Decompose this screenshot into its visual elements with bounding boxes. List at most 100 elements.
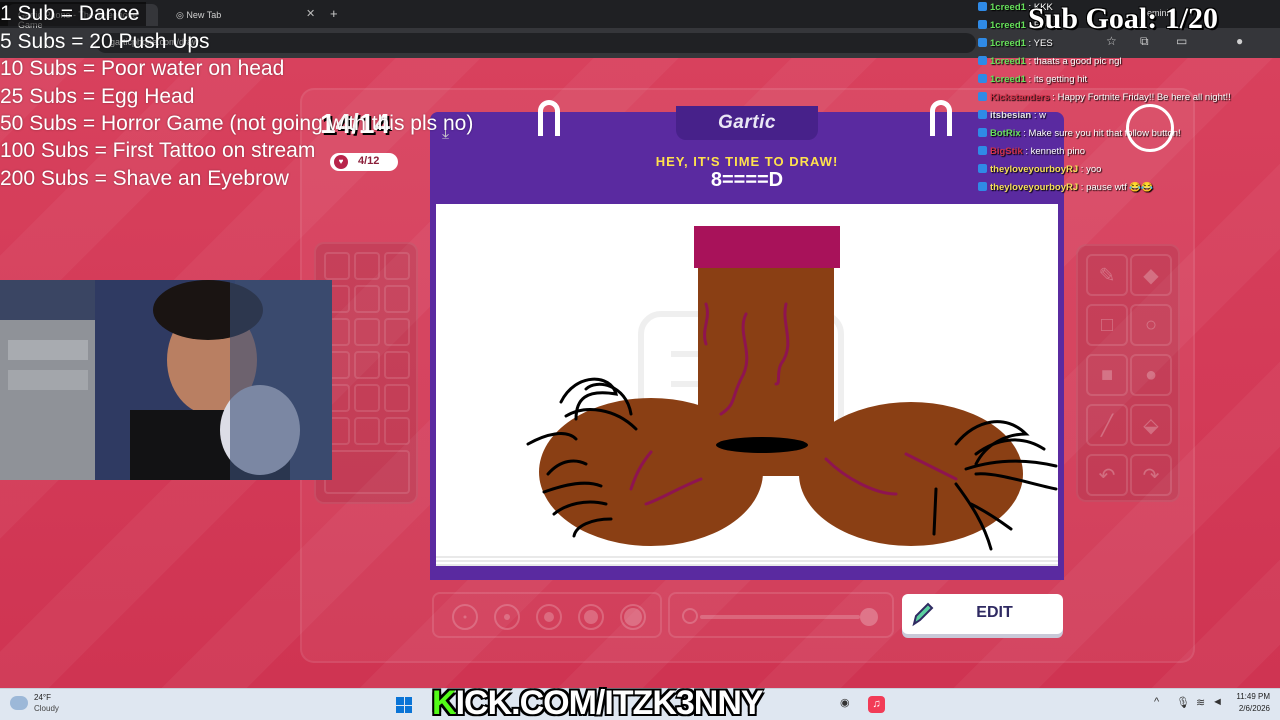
star-icon[interactable]: ☆ xyxy=(1106,34,1117,48)
size-option-5[interactable] xyxy=(620,604,646,630)
edit-button[interactable]: EDIT xyxy=(902,594,1063,634)
rectangle-fill-icon[interactable]: ■ xyxy=(1086,354,1128,396)
draw-prompt: HEY, IT'S TIME TO DRAW! xyxy=(655,154,839,169)
cap-shape xyxy=(694,226,840,268)
chat-username: 1creed1 xyxy=(990,20,1026,31)
chat-username: theyloveyourboyRJ xyxy=(990,164,1079,175)
chat-username: 1creed1 xyxy=(990,2,1026,13)
custom-color-swatch[interactable] xyxy=(324,450,410,494)
chat-badge-icon xyxy=(978,164,987,173)
webcam-image xyxy=(0,280,332,480)
chat-username: Kickstanders xyxy=(990,92,1050,103)
tool-panel: ✎ ◆ □ ○ ■ ● ╱ ⬙ ↶ ↷ xyxy=(1076,244,1180,502)
color-swatch[interactable] xyxy=(354,351,380,379)
size-option-1[interactable] xyxy=(452,604,478,630)
chevron-up-icon[interactable]: ^ xyxy=(1154,696,1159,708)
opacity-slider[interactable] xyxy=(668,592,894,638)
clock-time[interactable]: 11:49 PM xyxy=(1232,692,1270,701)
clock-date[interactable]: 2/6/2026 xyxy=(1222,704,1270,713)
slider-track[interactable] xyxy=(700,615,860,619)
chat-message: theyloveyourboyRJ : yoo xyxy=(978,164,1101,182)
music-app-icon[interactable]: ♫ xyxy=(868,696,885,713)
globe-icon: ◎ xyxy=(176,10,187,20)
chat-message: Kickstanders : Happy Fortnite Friday!! B… xyxy=(978,92,1231,110)
color-swatch[interactable] xyxy=(384,384,410,412)
chat-message: 1creed1 : its getting hit xyxy=(978,74,1087,92)
size-option-3[interactable] xyxy=(536,604,562,630)
color-swatch[interactable] xyxy=(354,417,380,445)
sub-goal: Sub Goal: 1/20 xyxy=(1028,2,1219,35)
color-swatch[interactable] xyxy=(324,252,350,280)
notebook-ring-left xyxy=(538,100,560,136)
color-swatch[interactable] xyxy=(354,252,380,280)
wifi-icon[interactable]: ≋ xyxy=(1196,696,1205,709)
sidepanel-icon[interactable]: ▭ xyxy=(1176,34,1187,48)
chat-badge-icon xyxy=(978,56,987,65)
circle-fill-icon[interactable]: ● xyxy=(1130,354,1172,396)
color-swatch[interactable] xyxy=(384,285,410,313)
kick-url-overlay: KICK.COM/ITZK3NNY xyxy=(432,684,764,720)
chat-message: BigStik : kenneth pino xyxy=(978,146,1085,164)
canvas-frame xyxy=(430,200,1064,580)
chat-username: 1creed1 xyxy=(990,38,1026,49)
color-swatch[interactable] xyxy=(354,285,380,313)
chat-badge-icon xyxy=(978,146,987,155)
cloud-icon xyxy=(10,696,28,710)
chat-text: : Happy Fortnite Friday!! Be here all ni… xyxy=(1049,92,1231,103)
chat-badge-icon xyxy=(978,182,987,191)
goal-line: 25 Subs = Egg Head xyxy=(0,85,195,108)
size-option-4[interactable] xyxy=(578,604,604,630)
edit-button-label: EDIT xyxy=(976,604,1013,621)
chat-message: theyloveyourboyRJ : pause wtf 😂😂 xyxy=(978,182,1153,200)
eraser-icon[interactable]: ◆ xyxy=(1130,254,1172,296)
color-swatch[interactable] xyxy=(384,417,410,445)
chat-text: : w xyxy=(1031,110,1046,121)
color-swatch[interactable] xyxy=(354,384,380,412)
url-input[interactable]: garticphone.com/draw xyxy=(96,33,976,53)
close-icon[interactable]: ✕ xyxy=(306,7,315,20)
chat-text: : thaats a good pic ngl xyxy=(1025,56,1122,67)
microphone-icon[interactable]: 🎙 xyxy=(1176,696,1190,709)
extensions-icon[interactable]: ⧉ xyxy=(1140,34,1149,49)
mouth-shape xyxy=(716,437,808,453)
chat-badge-icon xyxy=(978,38,987,47)
redo-icon[interactable]: ↷ xyxy=(1130,454,1172,496)
chat-username: itsbesian xyxy=(990,110,1032,121)
kick-rest: ICK.COM/ITZK3NNY xyxy=(455,684,764,720)
goal-line: 200 Subs = Shave an Eyebrow xyxy=(0,167,289,190)
line-icon[interactable]: ╱ xyxy=(1086,404,1128,446)
pencil-icon[interactable]: ✎ xyxy=(1086,254,1128,296)
weather-desc: Cloudy xyxy=(34,704,59,713)
plus-icon[interactable]: + xyxy=(330,6,338,21)
undo-icon[interactable]: ↶ xyxy=(1086,454,1128,496)
color-swatch[interactable] xyxy=(384,351,410,379)
chat-badge-icon xyxy=(978,128,987,137)
color-swatch[interactable] xyxy=(384,318,410,346)
chat-text: : yoo xyxy=(1078,164,1102,175)
hair-stroke xyxy=(932,487,938,536)
chat-text: : its getting hit xyxy=(1025,74,1088,85)
circle-outline-icon[interactable]: ○ xyxy=(1130,304,1172,346)
slider-knob[interactable] xyxy=(860,608,878,626)
profile-icon[interactable]: ● xyxy=(1236,34,1243,48)
heart-icon: ♥ xyxy=(334,155,348,169)
chat-text: : kenneth pino xyxy=(1022,146,1086,157)
chat-text: : pause wtf 😂😂 xyxy=(1078,182,1154,193)
game-header: Gartic HEY, IT'S TIME TO DRAW! 8====D xyxy=(430,106,1064,204)
chat-message: 1creed1 : thaats a good pic ngl xyxy=(978,56,1122,74)
goal-line: 5 Subs = 20 Push Ups xyxy=(0,30,210,53)
chat-username: BotRix xyxy=(990,128,1021,139)
tab-new-tab[interactable]: ◎ New Tab xyxy=(166,4,322,26)
size-option-2[interactable] xyxy=(494,604,520,630)
bucket-icon[interactable]: ⬙ xyxy=(1130,404,1172,446)
kick-k: K xyxy=(432,684,457,720)
color-swatch[interactable] xyxy=(384,252,410,280)
draw-word: 8====D xyxy=(710,169,784,191)
goal-line: 50 Subs = Horror Game (not going with th… xyxy=(0,112,474,135)
color-swatch[interactable] xyxy=(354,318,380,346)
rectangle-outline-icon[interactable]: □ xyxy=(1086,304,1128,346)
app-icon[interactable]: ◉ xyxy=(840,696,850,709)
drawing-canvas[interactable] xyxy=(436,204,1058,556)
windows-start-icon[interactable] xyxy=(396,697,412,713)
chat-badge-icon xyxy=(978,2,987,11)
